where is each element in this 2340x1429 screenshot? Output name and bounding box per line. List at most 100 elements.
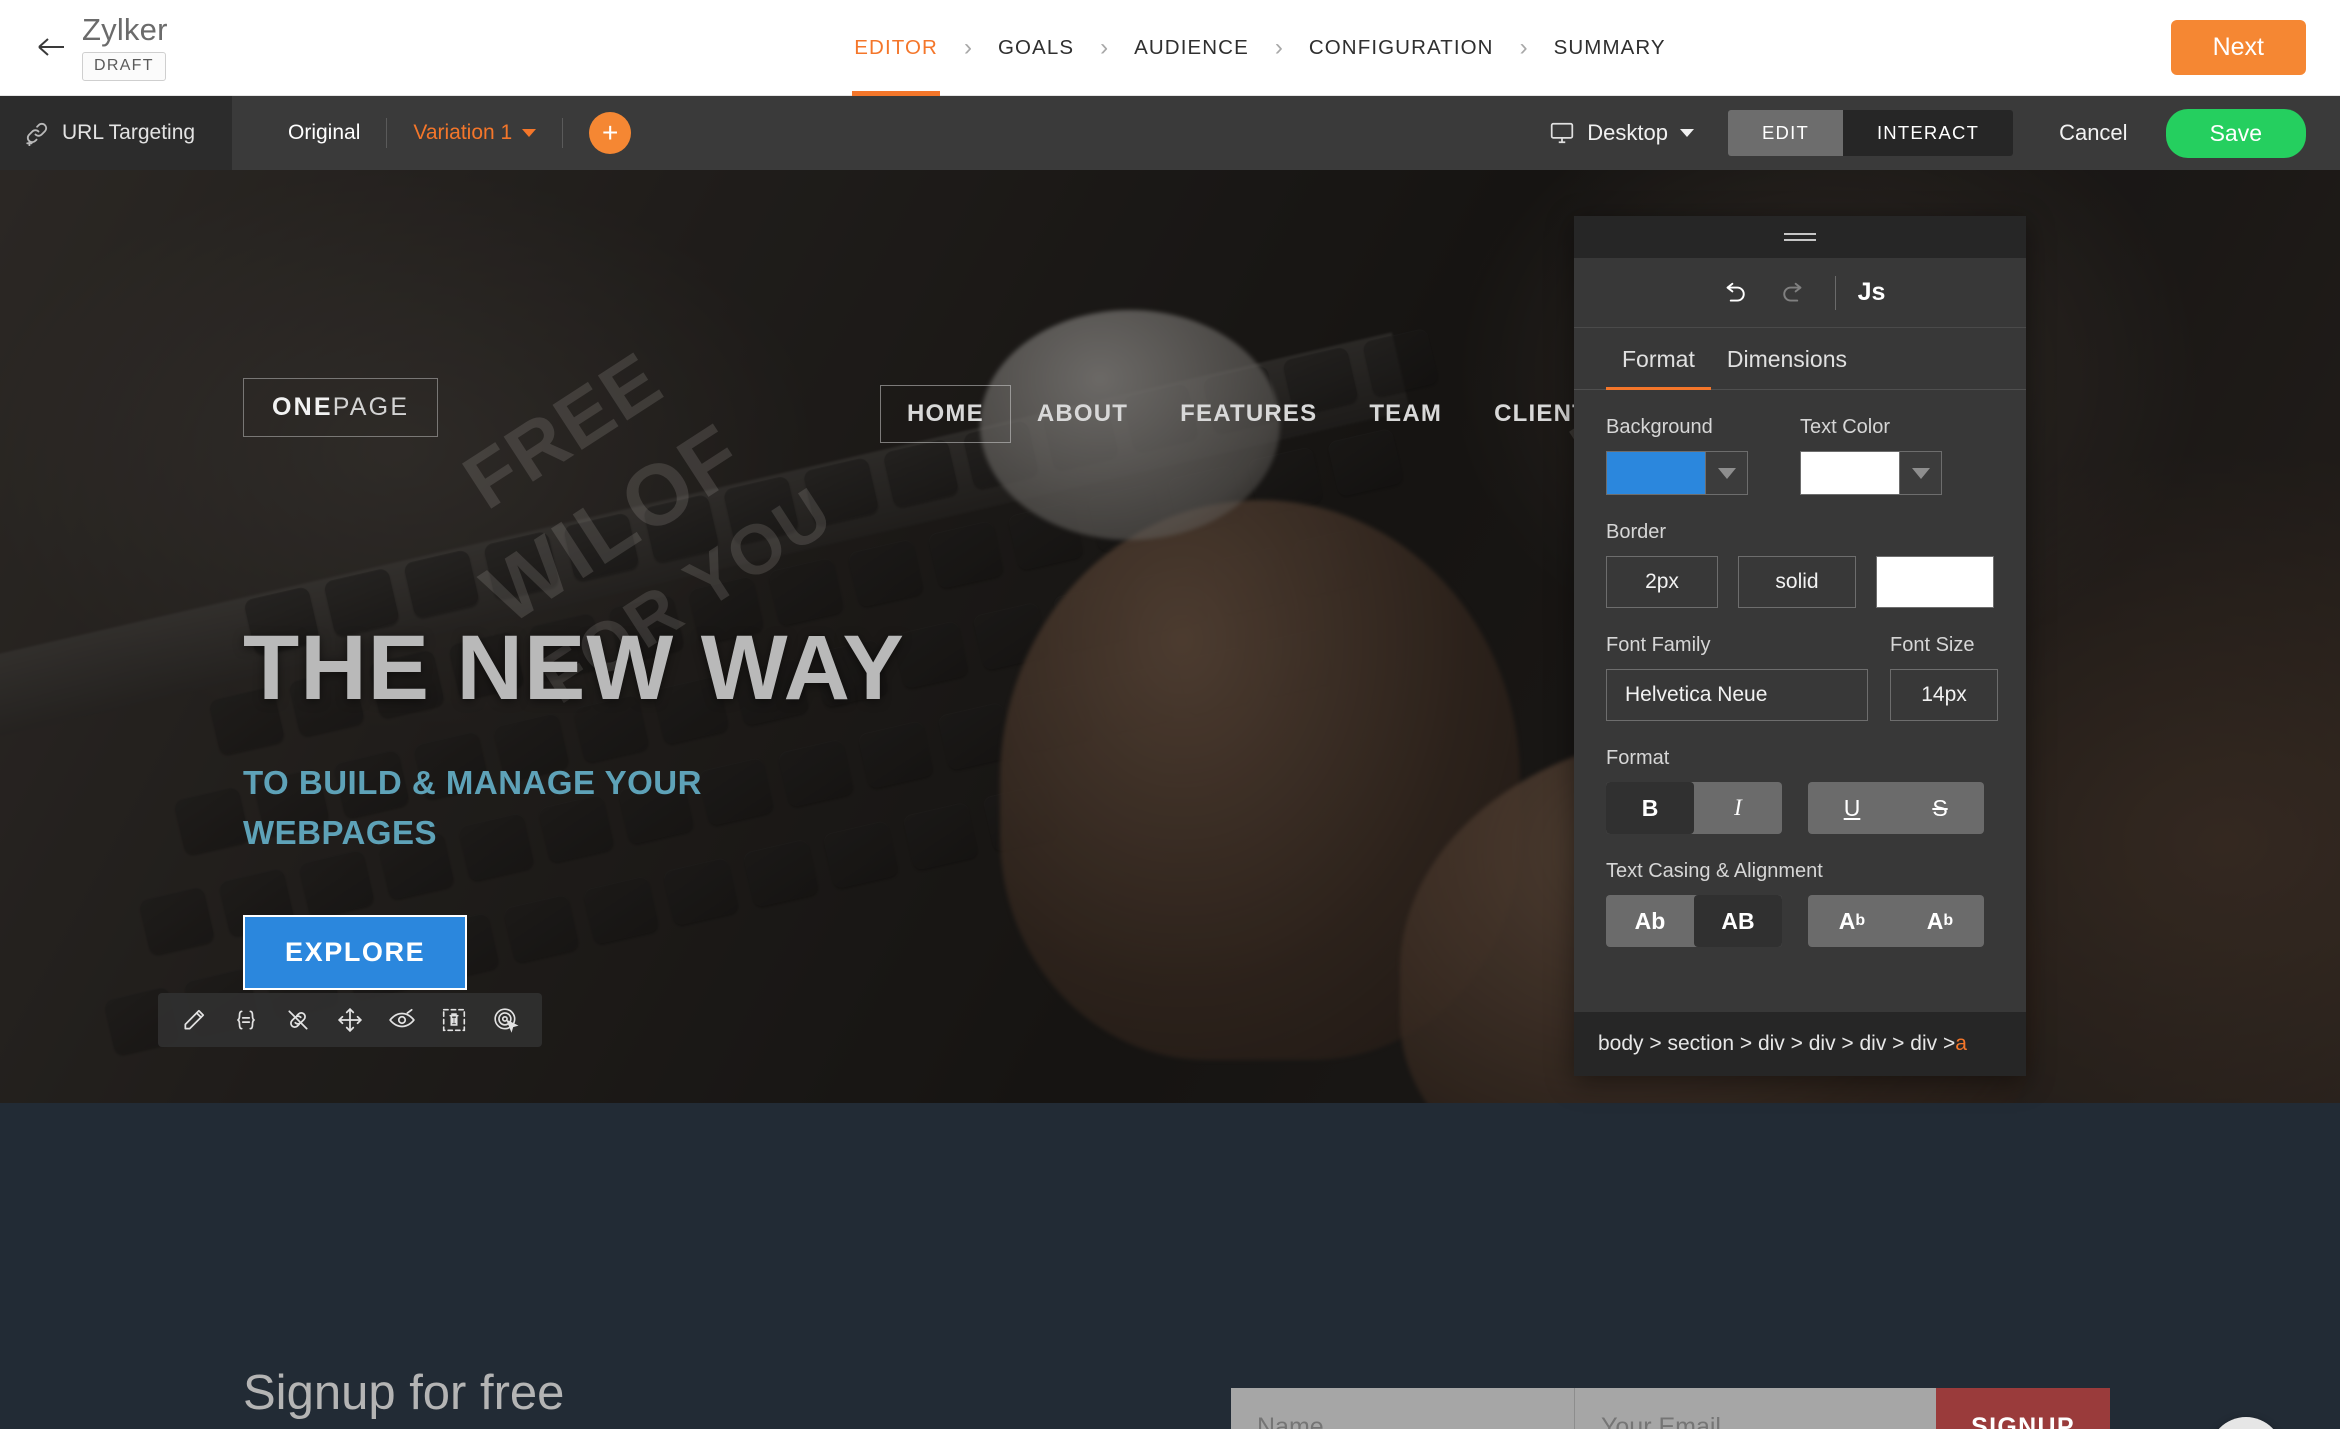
code-braces-icon[interactable] (222, 996, 270, 1044)
color-group: Background Text Color (1606, 416, 1994, 495)
hero-subtitle[interactable]: TO BUILD & MANAGE YOUR WEBPAGES (243, 758, 803, 857)
step-audience[interactable]: AUDIENCE (1114, 0, 1269, 96)
add-variation-button[interactable]: + (589, 112, 632, 154)
background-field: Background (1606, 416, 1800, 495)
font-size-input[interactable] (1890, 669, 1998, 721)
step-configuration[interactable]: CONFIGURATION (1289, 0, 1514, 96)
underline-strike-group: U S (1808, 782, 1984, 834)
nav-link-about[interactable]: ABOUT (1011, 386, 1154, 442)
name-field[interactable] (1231, 1388, 1574, 1429)
pencil-icon[interactable] (170, 996, 218, 1044)
next-button[interactable]: Next (2170, 20, 2306, 75)
text-color-swatch[interactable] (1801, 452, 1899, 494)
divider (1834, 275, 1836, 310)
dom-breadcrumb[interactable]: body > section > div > div > div > div >… (1574, 1012, 2026, 1076)
text-color-control[interactable] (1800, 451, 1942, 495)
tab-dimensions[interactable]: Dimensions (1711, 328, 1863, 389)
delete-region-icon[interactable] (430, 996, 478, 1044)
breadcrumb-selected: a (1955, 1032, 1967, 1055)
site-logo-light: PAGE (332, 393, 410, 421)
title-block: Zylker DRAFT (82, 14, 168, 81)
case-group: Ab AB (1606, 895, 1782, 947)
text-color-label: Text Color (1800, 416, 1891, 438)
url-targeting-label: URL Targeting (62, 121, 196, 144)
uppercase-button[interactable]: AB (1694, 895, 1782, 947)
casing-label: Text Casing & Alignment (1606, 860, 1823, 882)
move-arrows-icon[interactable] (326, 996, 374, 1044)
font-family-input[interactable] (1606, 669, 1868, 721)
eye-hide-icon[interactable] (378, 996, 426, 1044)
capitalize-button[interactable]: Ab (1606, 895, 1694, 947)
background-color-control[interactable] (1606, 451, 1748, 495)
target-click-icon[interactable] (482, 996, 530, 1044)
app-root: Zylker DRAFT EDITOR › GOALS › AUDIENCE ›… (0, 0, 2340, 1429)
mode-interact-button[interactable]: INTERACT (1842, 110, 2014, 156)
unlink-icon[interactable] (274, 996, 322, 1044)
superscript-button[interactable]: Ab (1808, 895, 1896, 947)
url-targeting-button[interactable]: URL Targeting (0, 96, 232, 170)
header-right-group: Next (2020, 20, 2340, 75)
chevron-down-icon[interactable] (1899, 452, 1941, 494)
step-navigation: EDITOR › GOALS › AUDIENCE › CONFIGURATIO… (500, 0, 2020, 96)
strikethrough-button[interactable]: S (1896, 782, 1984, 834)
format-buttons: B I U S (1606, 782, 1994, 834)
step-summary[interactable]: SUMMARY (1534, 0, 1686, 96)
hero-title[interactable]: THE NEW WAY (243, 622, 905, 714)
background-color-swatch[interactable] (1607, 452, 1705, 494)
border-width-input[interactable] (1606, 556, 1718, 608)
nav-link-home[interactable]: HOME (880, 385, 1011, 443)
chevron-down-icon[interactable] (1680, 129, 1695, 137)
bold-button[interactable]: B (1606, 782, 1694, 834)
mode-edit-button[interactable]: EDIT (1728, 110, 1843, 156)
js-button[interactable]: Js (1858, 278, 1886, 307)
email-field[interactable] (1574, 1388, 1936, 1429)
step-editor[interactable]: EDITOR (834, 0, 958, 96)
font-row-labels: Font Family Font Size (1606, 634, 1998, 721)
device-selector[interactable]: Desktop (1549, 120, 1695, 146)
border-color-swatch[interactable] (1876, 556, 1994, 608)
font-group: Font Family Font Size (1606, 634, 1998, 721)
top-header-bar: Zylker DRAFT EDITOR › GOALS › AUDIENCE ›… (0, 0, 2340, 96)
site-logo[interactable]: ONEPAGE (243, 378, 439, 437)
variation-switcher: Original Variation 1 + (232, 112, 632, 154)
divider (562, 118, 564, 148)
italic-button[interactable]: I (1694, 782, 1782, 834)
explore-button[interactable]: EXPLORE (243, 915, 468, 990)
nav-link-team[interactable]: TEAM (1343, 386, 1468, 442)
cancel-button[interactable]: Cancel (2059, 120, 2127, 146)
drag-grip-icon[interactable] (1574, 216, 2026, 258)
editor-toolbar: URL Targeting Original Variation 1 + Des… (0, 96, 2340, 170)
bold-italic-group: B I (1606, 782, 1782, 834)
panel-tabs: Format Dimensions (1574, 328, 2026, 390)
text-color-field: Text Color (1800, 416, 1994, 495)
border-label: Border (1606, 521, 1667, 543)
header-left-group: Zylker DRAFT (0, 14, 500, 81)
signup-button[interactable]: SIGNUP (1936, 1388, 2110, 1429)
border-group: Border (1606, 521, 1994, 608)
link-plus-icon (24, 120, 50, 146)
monitor-icon (1549, 120, 1575, 146)
arrow-left-icon[interactable] (34, 30, 68, 64)
site-logo-bold: ONE (272, 393, 333, 421)
border-style-input[interactable] (1738, 556, 1856, 608)
step-goals[interactable]: GOALS (978, 0, 1094, 96)
background-label: Background (1606, 416, 1713, 438)
undo-icon[interactable] (1715, 274, 1753, 312)
variation-1[interactable]: Variation 1 (387, 121, 562, 145)
subscript-button[interactable]: Ab (1896, 895, 1984, 947)
variation-original[interactable]: Original (262, 121, 386, 145)
border-controls (1606, 556, 1994, 608)
signup-title[interactable]: Signup for free (243, 1365, 564, 1421)
chevron-down-icon[interactable] (522, 129, 537, 137)
redo-icon[interactable] (1775, 274, 1813, 312)
nav-link-features[interactable]: FEATURES (1154, 386, 1343, 442)
step-separator: › (963, 33, 972, 61)
chevron-down-icon[interactable] (1705, 452, 1747, 494)
signup-form: SIGNUP (1231, 1388, 2110, 1429)
status-badge: DRAFT (82, 51, 166, 81)
tab-format[interactable]: Format (1606, 328, 1711, 390)
save-button[interactable]: Save (2165, 108, 2306, 158)
variation-original-label: Original (288, 121, 361, 144)
panel-header: Js (1574, 258, 2026, 328)
underline-button[interactable]: U (1808, 782, 1896, 834)
